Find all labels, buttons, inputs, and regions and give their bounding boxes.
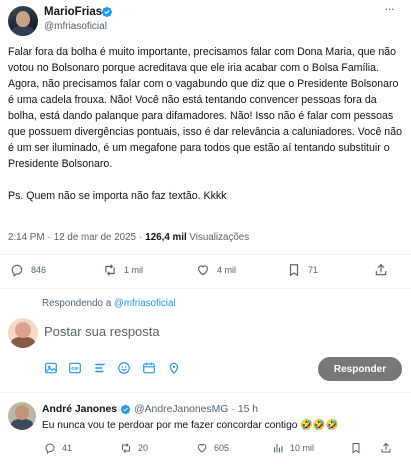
bookmark-action[interactable]: 71 xyxy=(287,263,318,277)
reply-views-action[interactable]: 10 mil xyxy=(272,442,314,454)
reply-icon xyxy=(11,264,23,277)
emoji-icon[interactable] xyxy=(117,361,131,375)
reply-text: Eu nunca vou te perdoar por me fazer con… xyxy=(42,420,339,431)
schedule-icon[interactable] xyxy=(142,361,156,375)
bookmark-icon xyxy=(352,443,360,454)
location-icon[interactable] xyxy=(167,361,181,375)
post-body-paragraph: Falar fora da bolha é muito importante, … xyxy=(8,46,402,170)
reply-repost-action[interactable]: 20 xyxy=(120,442,148,454)
reply-actions-bar: 41 20 605 10 mil xyxy=(0,442,411,458)
repost-icon xyxy=(105,264,115,276)
reply-action[interactable]: 846 xyxy=(10,263,46,277)
bookmark-count: 71 xyxy=(308,265,319,275)
poll-icon[interactable] xyxy=(93,361,107,375)
post-date[interactable]: 12 de mar de 2025 xyxy=(54,232,136,243)
repost-icon xyxy=(122,443,130,453)
views-label: Visualizações xyxy=(189,232,250,243)
reply-author-avatar[interactable] xyxy=(8,402,36,430)
author-name[interactable]: MarioFrias xyxy=(44,6,102,18)
reply-author-handle[interactable]: @AndreJanonesMG xyxy=(134,404,228,415)
reply-author-name[interactable]: André Janones xyxy=(42,404,117,415)
divider xyxy=(0,254,411,255)
more-options-icon[interactable]: ··· xyxy=(381,2,397,18)
bookmark-icon xyxy=(289,264,299,277)
meta-separator: · xyxy=(139,232,143,243)
post-metadata: 2:14 PM · 12 de mar de 2025 · 126,4 mil Visu… xyxy=(8,232,249,243)
post-actions-bar: 846 1 mil 4 mil 71 xyxy=(0,259,411,285)
repost-action[interactable]: 1 mil xyxy=(103,263,143,277)
reply-time[interactable]: 15 h xyxy=(238,404,258,415)
reply-reply-count: 41 xyxy=(62,443,73,453)
post-body: Falar fora da bolha é muito importante, … xyxy=(8,44,406,204)
views-count: 126,4 mil xyxy=(145,232,187,243)
gif-icon[interactable]: GIF xyxy=(68,361,82,375)
media-icon[interactable] xyxy=(44,361,58,375)
divider xyxy=(0,392,411,393)
reply-like-count: 605 xyxy=(214,443,230,453)
heart-icon xyxy=(198,265,208,276)
share-icon xyxy=(375,263,387,276)
reply-share-action[interactable] xyxy=(380,442,398,454)
like-action[interactable]: 4 mil xyxy=(196,263,236,277)
views-chart-icon xyxy=(273,443,283,453)
share-action[interactable] xyxy=(374,263,395,277)
post-time[interactable]: 2:14 PM xyxy=(8,232,45,243)
reply-repost-count: 20 xyxy=(138,443,149,453)
author-handle[interactable]: @mfriasoficial xyxy=(44,21,107,32)
meta-separator: · xyxy=(47,232,51,243)
reply-count: 846 xyxy=(31,265,47,275)
like-count: 4 mil xyxy=(217,265,237,275)
meta-separator: · xyxy=(231,404,235,415)
heart-icon xyxy=(197,443,207,453)
reply-like-action[interactable]: 605 xyxy=(196,442,229,454)
repost-count: 1 mil xyxy=(124,265,144,275)
post-body-ps: Ps. Quem não se importa não faz textão. … xyxy=(8,190,227,202)
replying-mention-link[interactable]: @mfriasoficial xyxy=(114,298,176,309)
reply-bookmark-action[interactable] xyxy=(350,442,368,454)
verified-badge-icon xyxy=(101,6,113,18)
reply-input[interactable] xyxy=(44,320,384,342)
reply-header: André Janones @AndreJanonesMG · 15 h xyxy=(42,404,258,415)
current-user-avatar[interactable] xyxy=(8,318,38,348)
share-icon xyxy=(381,442,391,453)
reply-reply-action[interactable]: 41 xyxy=(44,442,72,454)
svg-text:GIF: GIF xyxy=(71,366,79,371)
author-avatar[interactable] xyxy=(8,6,38,36)
verified-badge-icon xyxy=(120,404,131,415)
replying-prefix: Respondendo a xyxy=(42,298,112,309)
reply-views-count: 10 mil xyxy=(290,443,315,453)
replying-to-line: Respondendo a @mfriasoficial xyxy=(42,298,176,309)
divider xyxy=(0,288,411,289)
reply-icon xyxy=(45,443,55,454)
reply-submit-button[interactable]: Responder xyxy=(318,357,402,381)
